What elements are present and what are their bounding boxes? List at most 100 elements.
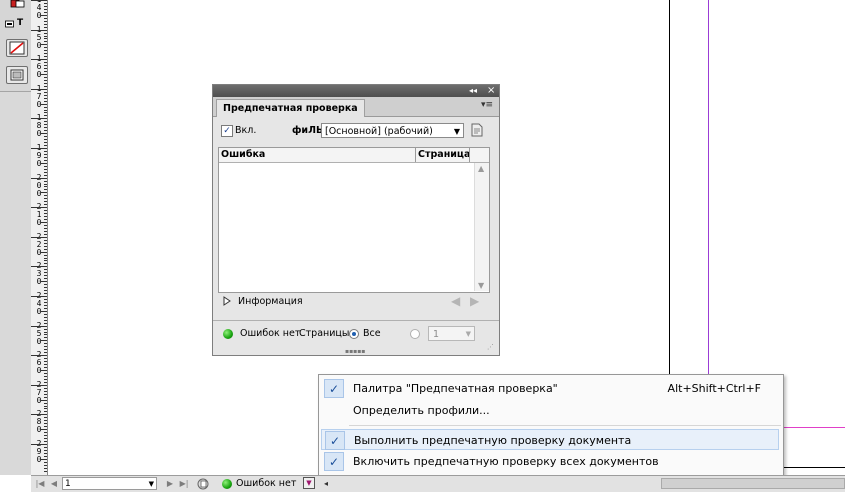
scroll-up-icon[interactable]: ▲ <box>478 164 484 173</box>
pages-range-radio[interactable] <box>410 329 420 339</box>
ruler-tick <box>44 455 47 457</box>
column-divider <box>415 148 416 162</box>
formatting-container-icon[interactable] <box>5 19 15 29</box>
ruler-tick <box>44 115 47 117</box>
next-page-icon[interactable]: ▶ <box>165 478 175 489</box>
ruler-tick <box>44 153 47 155</box>
ruler-tick <box>41 222 47 223</box>
ruler-tick <box>44 248 47 250</box>
ruler-tick <box>44 287 47 289</box>
horizontal-scrollbar[interactable] <box>661 478 845 489</box>
ruler-tick <box>44 420 47 422</box>
last-page-icon[interactable]: ▶| <box>179 478 189 489</box>
ruler-tick <box>44 183 47 185</box>
ruler-tick <box>44 136 47 138</box>
menu-separator <box>349 425 781 426</box>
menu-item-define-profiles[interactable]: Определить профили... <box>321 400 779 421</box>
ruler-tick <box>44 245 47 247</box>
ruler-tick <box>44 387 47 389</box>
ruler-tick <box>44 337 47 339</box>
collapse-panel-icon[interactable]: ◂◂ <box>469 85 477 97</box>
ruler-tick <box>44 139 47 141</box>
ruler-tick <box>44 417 47 419</box>
ruler-tick <box>44 242 47 244</box>
error-list-scrollbar[interactable]: ▲ ▼ <box>474 163 489 291</box>
close-panel-icon[interactable]: × <box>487 85 495 97</box>
status-preflight-text[interactable]: Ошибок нет <box>236 478 296 489</box>
preflight-menu-button[interactable]: ▼ <box>303 477 315 489</box>
ruler-tick <box>31 148 47 149</box>
ruler-tick <box>44 195 47 197</box>
page-number-field[interactable]: 1 ▼ <box>62 477 157 490</box>
ruler-tick <box>44 257 47 259</box>
ruler-tick <box>44 180 47 182</box>
menu-item-preflight-panel[interactable]: ✓ Палитра "Предпечатная проверка" Alt+Sh… <box>321 378 779 399</box>
ruler-tick <box>44 233 47 235</box>
info-label[interactable]: Информация <box>238 296 303 307</box>
column-page[interactable]: Страница <box>418 149 470 160</box>
column-error[interactable]: Ошибка <box>221 149 265 160</box>
ruler-tick <box>44 361 47 363</box>
menu-item-preflight-all-documents[interactable]: ✓ Включить предпечатную проверку всех до… <box>321 451 779 472</box>
tools-panel: T <box>0 0 32 92</box>
ruler-tick <box>31 414 47 416</box>
tools-panel-background <box>0 92 32 475</box>
ruler-tick <box>44 17 47 19</box>
menu-item-preflight-document[interactable]: ✓ Выполнить предпечатную проверку докуме… <box>321 429 779 450</box>
resize-grip-icon[interactable]: ⋰ <box>487 343 494 351</box>
column-divider <box>469 148 470 162</box>
panel-drag-handle[interactable]: ▪▪▪▪▪ <box>345 348 365 355</box>
scroll-down-icon[interactable]: ▼ <box>478 281 484 290</box>
page-range-input[interactable]: 1 ▼ <box>428 326 475 341</box>
ruler-tick <box>44 313 47 315</box>
screen-mode-button[interactable] <box>6 66 28 84</box>
ruler-tick <box>41 14 47 16</box>
ruler-tick <box>44 464 47 466</box>
apply-none-button[interactable] <box>6 39 28 57</box>
ruler-tick <box>44 390 47 392</box>
vertical-ruler[interactable]: 1401501601701801902002102202302402502602… <box>31 0 48 475</box>
error-list[interactable]: Ошибка Страница ▲ ▼ <box>218 147 490 293</box>
ruler-tick <box>44 53 47 55</box>
enable-checkbox[interactable]: ✓ <box>221 125 233 137</box>
ruler-tick <box>44 467 47 469</box>
tab-preflight[interactable]: Предпечатная проверка <box>216 99 365 117</box>
formatting-text-icon[interactable]: T <box>17 18 27 28</box>
ruler-tick <box>44 346 47 348</box>
ruler-tick <box>31 325 47 327</box>
ruler-tick <box>44 35 47 37</box>
profile-dropdown[interactable]: [Основной] (рабочий) ▼ <box>321 123 464 138</box>
pages-all-radio[interactable] <box>349 329 359 339</box>
ruler-tick <box>44 65 47 67</box>
previous-page-icon[interactable]: ◀ <box>49 478 59 489</box>
scroll-left-icon[interactable]: ◂ <box>321 478 331 489</box>
ruler-tick <box>44 293 47 295</box>
ruler-tick <box>44 26 47 28</box>
ruler-tick <box>44 165 47 167</box>
fill-stroke-icon[interactable] <box>10 0 26 8</box>
open-document-page-icon[interactable] <box>197 478 211 490</box>
panel-status-text: Ошибок нет <box>240 328 301 339</box>
ruler-tick <box>41 458 47 460</box>
panel-menu-icon[interactable]: ▾≡ <box>481 100 493 110</box>
ruler-tick <box>44 189 47 191</box>
panel-titlebar[interactable]: ◂◂ × <box>213 85 499 97</box>
ruler-tick <box>44 349 47 351</box>
ruler-tick <box>31 0 47 1</box>
previous-arrow-icon[interactable]: ◀ <box>451 294 460 308</box>
info-disclosure-triangle-icon[interactable] <box>223 296 231 306</box>
ruler-tick <box>44 224 47 226</box>
ruler-tick <box>44 62 47 64</box>
ruler-tick <box>44 186 47 188</box>
profile-document-icon[interactable] <box>471 123 483 137</box>
ruler-tick <box>44 470 47 472</box>
ruler-tick <box>41 103 47 105</box>
ruler-tick <box>44 47 47 49</box>
ruler-tick <box>44 408 47 410</box>
next-arrow-icon[interactable]: ▶ <box>470 294 479 308</box>
pages-label: Страницы: <box>299 328 353 339</box>
ruler-tick <box>41 74 47 75</box>
ruler-tick <box>44 301 47 303</box>
preflight-status-icon[interactable] <box>222 479 232 489</box>
first-page-icon[interactable]: |◀ <box>35 478 45 489</box>
